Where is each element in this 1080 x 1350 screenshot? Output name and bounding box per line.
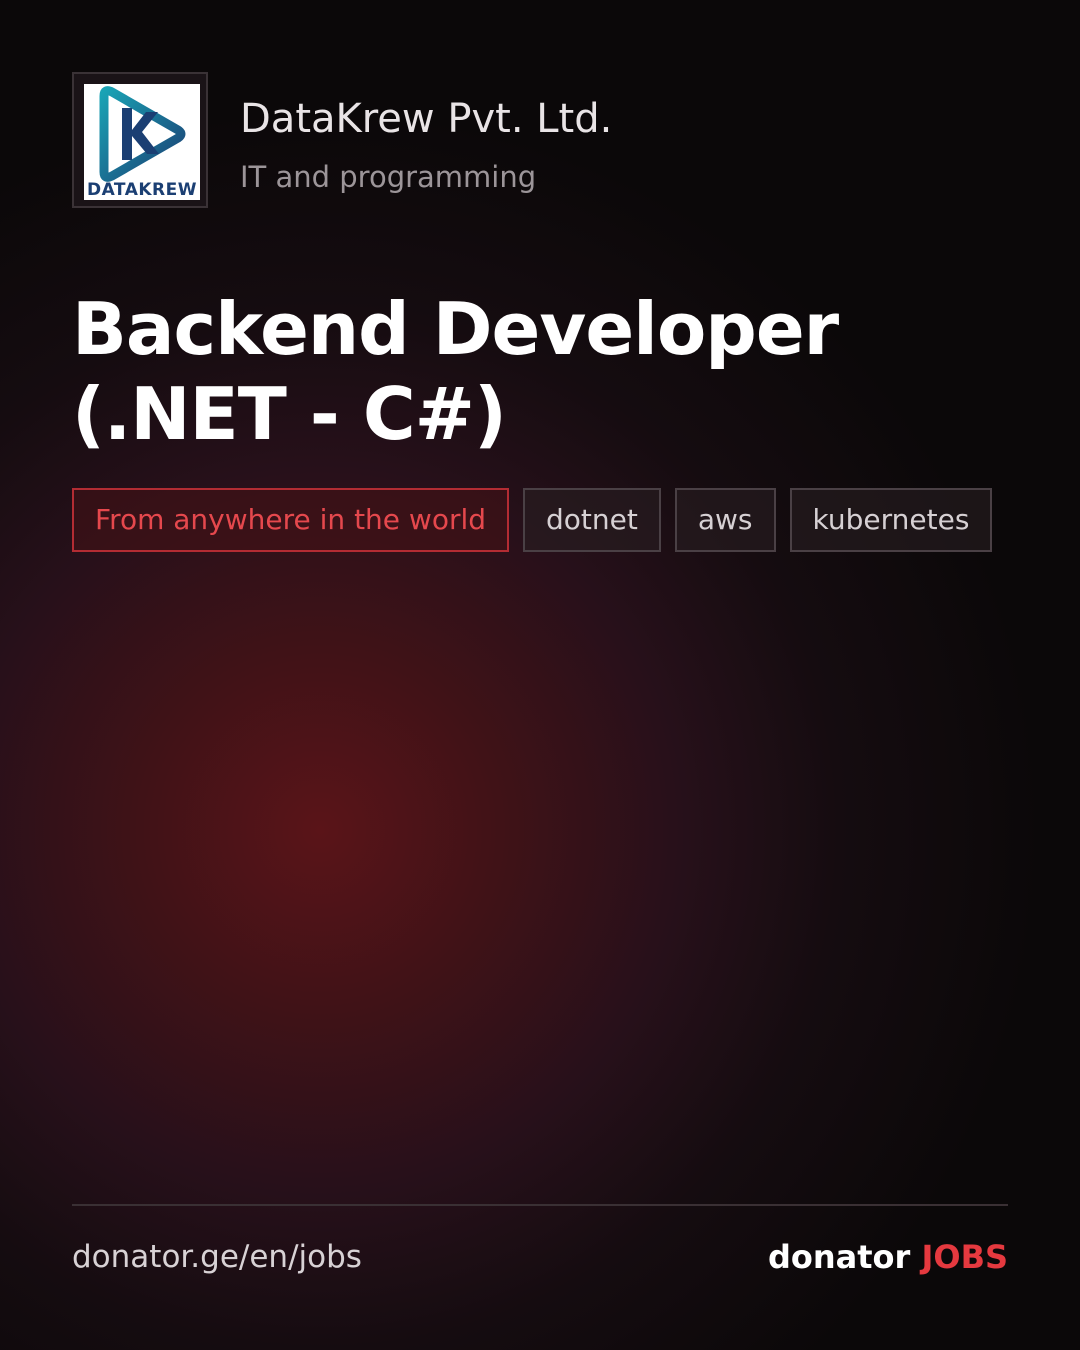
skill-tag-kubernetes: kubernetes [789,488,993,552]
company-category: IT and programming [240,160,537,194]
location-tag: From anywhere in the world [72,488,510,552]
company-name: DataKrew Pvt. Ltd. [240,96,613,142]
footer-url: donator.ge/en/jobs [72,1239,362,1275]
company-logo-frame: DATAKREW [72,72,208,208]
logo-wordmark: DATAKREW [87,180,197,200]
brand-accent-text: JOBS [921,1238,1008,1276]
brand-logo: donator JOBS [768,1236,1008,1278]
datakrew-logo-icon: DATAKREW [87,86,197,200]
footer-divider [72,1204,1008,1206]
job-title: Backend Developer (.NET - C#) [72,287,839,456]
brand-main-text: donator [767,1238,911,1276]
tag-list: From anywhere in the world dotnet aws ku… [72,488,993,552]
skill-tag-aws: aws [674,488,776,552]
company-logo: DATAKREW [84,84,200,200]
skill-tag-dotnet: dotnet [523,488,661,552]
